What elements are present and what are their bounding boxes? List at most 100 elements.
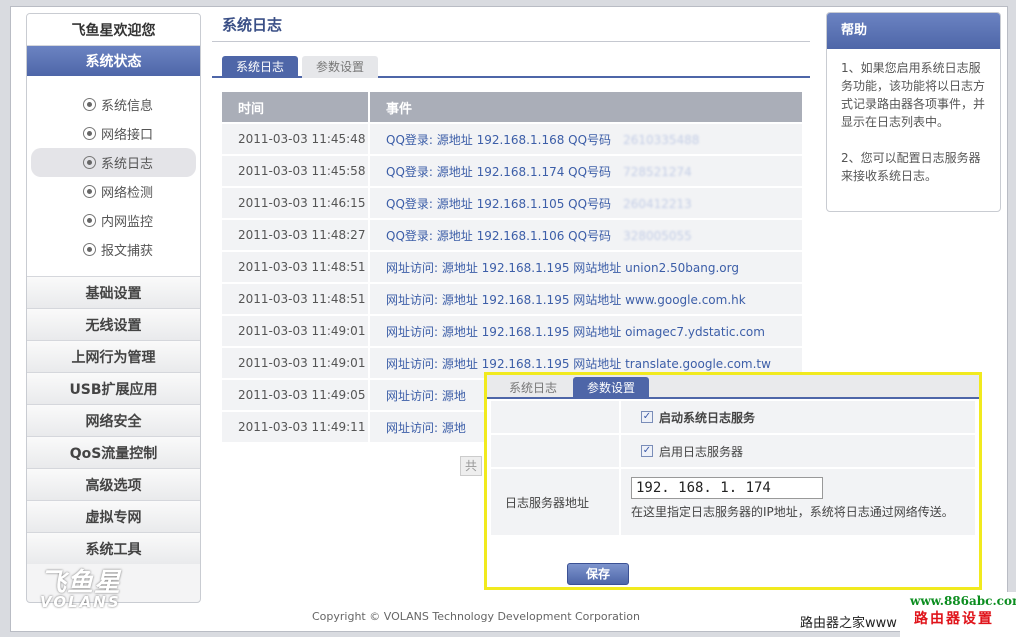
sidebar-section-system-status[interactable]: 系统状态: [27, 46, 200, 76]
system-status-submenu: 系统信息 网络接口 系统日志 网络检测 内网监控 报文捕获: [27, 76, 200, 276]
log-event-text: QQ登录: 源地址 192.168.1.106 QQ号码: [386, 228, 612, 243]
logo-subtext: VOLANS: [40, 593, 121, 611]
pagination-text: 共: [460, 456, 482, 476]
sidebar-item-label: 报文捕获: [101, 244, 154, 259]
masked-qq-number: 728521274: [623, 164, 692, 179]
log-time-cell: 2011-03-03 11:49:01: [222, 316, 370, 346]
help-body: 1、如果您启用系统日志服务功能，该功能将以日志方式记录路由器各项事件，并显示在日…: [827, 49, 1000, 185]
log-event-cell: 网址访问: 源地址 192.168.1.195 网站地址 www.google.…: [370, 284, 804, 314]
log-event-text: QQ登录: 源地址 192.168.1.105 QQ号码: [386, 196, 612, 211]
log-event-cell: QQ登录: 源地址 192.168.1.105 QQ号码 260412213: [370, 188, 804, 218]
sidebar-item-network-interface[interactable]: 网络接口: [31, 119, 196, 148]
radio-icon: [83, 214, 96, 227]
sidebar-item-network-security[interactable]: 网络安全: [27, 404, 200, 436]
radio-icon: [83, 243, 96, 256]
log-time-cell: 2011-03-03 11:49:01: [222, 348, 370, 378]
sidebar-item-system-info[interactable]: 系统信息: [31, 90, 196, 119]
settings-row: ✓ 启用日志服务器: [491, 435, 975, 467]
sidebar-item-system-tools[interactable]: 系统工具: [27, 532, 200, 564]
table-row: 2011-03-03 11:45:48 QQ登录: 源地址 192.168.1.1…: [222, 124, 804, 154]
table-row: 2011-03-03 11:45:58 QQ登录: 源地址 192.168.1.1…: [222, 156, 804, 186]
sidebar-item-label: 网络接口: [101, 128, 154, 143]
sidebar-item-label: 网络检测: [101, 186, 154, 201]
sidebar-item-packet-capture[interactable]: 报文捕获: [31, 235, 196, 264]
column-header-time: 时间: [222, 92, 370, 122]
log-event-text: QQ登录: 源地址 192.168.1.174 QQ号码: [386, 164, 612, 179]
sidebar-item-advanced[interactable]: 高级选项: [27, 468, 200, 500]
log-time-cell: 2011-03-03 11:45:58: [222, 156, 370, 186]
log-event-text: 网址访问: 源地: [386, 388, 466, 403]
settings-row: ✓ 启动系统日志服务: [491, 401, 975, 433]
settings-row: 日志服务器地址 在这里指定日志服务器的IP地址，系统将日志通过网络传送。: [491, 469, 975, 535]
log-event-text: 网址访问: 源地址 192.168.1.195 网站地址 oimagec7.yd…: [386, 324, 765, 339]
log-event-text: 网址访问: 源地址 192.168.1.195 网站地址 www.google.…: [386, 292, 746, 307]
log-time-cell: 2011-03-03 11:48:27: [222, 220, 370, 250]
log-time-cell: 2011-03-03 11:49:11: [222, 412, 370, 442]
radio-icon: [83, 127, 96, 140]
watermark-url: www.886abc.com: [910, 594, 1016, 608]
table-row: 2011-03-03 11:46:15 QQ登录: 源地址 192.168.1.1…: [222, 188, 804, 218]
sidebar-item-wireless-settings[interactable]: 无线设置: [27, 308, 200, 340]
column-header-event: 事件: [370, 92, 804, 122]
log-event-cell: QQ登录: 源地址 192.168.1.168 QQ号码 2610335488: [370, 124, 804, 154]
watermark-badge: www.886abc.com 路由器设置: [900, 592, 1016, 637]
log-event-cell: QQ登录: 源地址 192.168.1.106 QQ号码 328005055: [370, 220, 804, 250]
help-title: 帮助: [827, 13, 1000, 49]
sidebar-item-basic-settings[interactable]: 基础设置: [27, 276, 200, 308]
radio-icon: [83, 185, 96, 198]
overlay-tab-parameter-settings[interactable]: 参数设置: [573, 377, 650, 399]
help-paragraph: 1、如果您启用系统日志服务功能，该功能将以日志方式记录路由器各项事件，并显示在日…: [841, 61, 986, 129]
log-event-text: 网址访问: 源地址 192.168.1.195 网站地址 union2.50ba…: [386, 260, 739, 275]
watermark-site-text: 路由器之家www: [800, 616, 897, 631]
enable-log-server-checkbox[interactable]: ✓: [641, 445, 653, 457]
log-event-text: 网址访问: 源地: [386, 420, 466, 435]
table-row: 2011-03-03 11:48:51 网址访问: 源地址 192.168.1.1…: [222, 252, 804, 282]
log-server-address-input[interactable]: [631, 477, 823, 499]
log-event-cell: QQ登录: 源地址 192.168.1.174 QQ号码 728521274: [370, 156, 804, 186]
watermark-name: 路由器设置: [914, 611, 994, 627]
sidebar-item-system-log[interactable]: 系统日志: [31, 148, 196, 177]
log-event-text: 网址访问: 源地址 192.168.1.195 网站地址 translate.g…: [386, 356, 771, 371]
enable-log-service-checkbox[interactable]: ✓: [641, 411, 653, 423]
welcome-text: 飞鱼星欢迎您: [27, 14, 200, 46]
save-button[interactable]: 保存: [567, 563, 629, 585]
log-time-cell: 2011-03-03 11:48:51: [222, 252, 370, 282]
page-title: 系统日志: [212, 10, 810, 42]
table-row: 2011-03-03 11:49:01 网址访问: 源地址 192.168.1.1…: [222, 316, 804, 346]
sidebar-item-label: 内网监控: [101, 215, 154, 230]
log-time-cell: 2011-03-03 11:45:48: [222, 124, 370, 154]
enable-log-server-row: ✓ 启用日志服务器: [621, 435, 975, 467]
sidebar-item-vpn[interactable]: 虚拟专网: [27, 500, 200, 532]
overlay-tab-bar: 系统日志 参数设置: [487, 375, 979, 399]
help-paragraph: 2、您可以配置日志服务器来接收系统日志。: [841, 151, 981, 183]
enable-log-service-row: ✓ 启动系统日志服务: [621, 401, 975, 433]
log-event-cell: 网址访问: 源地址 192.168.1.195 网站地址 union2.50ba…: [370, 252, 804, 282]
log-time-cell: 2011-03-03 11:46:15: [222, 188, 370, 218]
sidebar-item-behavior-management[interactable]: 上网行为管理: [27, 340, 200, 372]
table-row: 2011-03-03 11:48:27 QQ登录: 源地址 192.168.1.1…: [222, 220, 804, 250]
sidebar-item-usb-apps[interactable]: USB扩展应用: [27, 372, 200, 404]
volans-logo: 飞鱼星 VOLANS: [40, 562, 121, 611]
table-row: 2011-03-03 11:48:51 网址访问: 源地址 192.168.1.1…: [222, 284, 804, 314]
radio-icon: [83, 156, 96, 169]
masked-qq-number: 2610335488: [623, 132, 700, 147]
masked-qq-number: 328005055: [623, 228, 692, 243]
enable-log-server-label: 启用日志服务器: [659, 444, 744, 459]
log-server-address-label: 日志服务器地址: [491, 469, 619, 535]
sidebar-item-label: 系统信息: [101, 99, 154, 114]
enable-log-service-label: 启动系统日志服务: [659, 410, 756, 425]
log-settings-overlay: 系统日志 参数设置 ✓ 启动系统日志服务 ✓ 启用日志服务器 日志服务器地址 在…: [484, 372, 982, 590]
log-event-text: QQ登录: 源地址 192.168.1.168 QQ号码: [386, 132, 612, 147]
tab-system-log[interactable]: 系统日志: [222, 56, 299, 78]
log-time-cell: 2011-03-03 11:48:51: [222, 284, 370, 314]
tab-parameter-settings[interactable]: 参数设置: [302, 56, 379, 78]
sidebar: 飞鱼星欢迎您 系统状态 系统信息 网络接口 系统日志 网络检测 内网监控 报文捕…: [26, 13, 201, 603]
sidebar-item-qos[interactable]: QoS流量控制: [27, 436, 200, 468]
sidebar-item-network-check[interactable]: 网络检测: [31, 177, 196, 206]
radio-icon: [83, 98, 96, 111]
sidebar-item-label: 系统日志: [101, 157, 154, 172]
log-server-address-hint: 在这里指定日志服务器的IP地址，系统将日志通过网络传送。: [631, 505, 954, 519]
sidebar-item-lan-monitor[interactable]: 内网监控: [31, 206, 196, 235]
log-event-cell: 网址访问: 源地址 192.168.1.195 网站地址 oimagec7.yd…: [370, 316, 804, 346]
overlay-tab-system-log[interactable]: 系统日志: [495, 377, 571, 399]
